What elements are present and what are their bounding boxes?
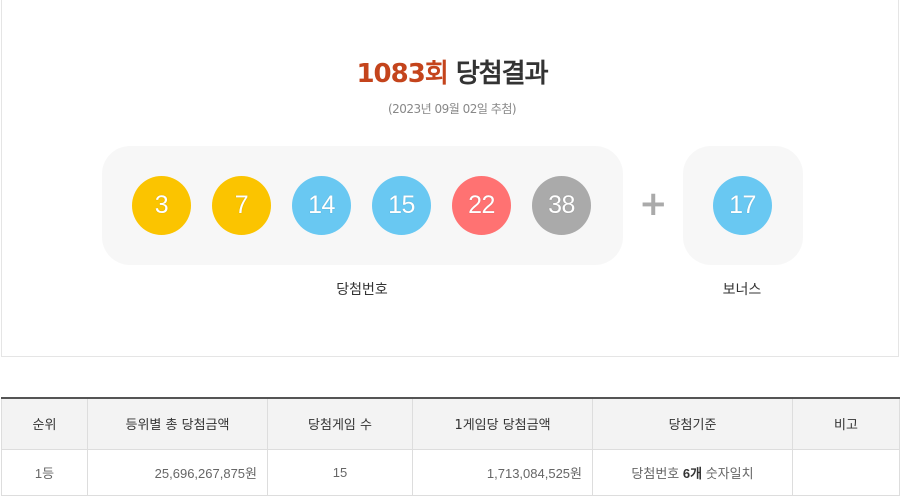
page-title: 1083회 당첨결과 [2, 57, 900, 91]
standard-prefix: 당첨번호 [631, 465, 680, 481]
draw-result-panel: 1083회 당첨결과 (2023년 09월 02일 추첨) 3 7 14 15 … [1, 0, 899, 357]
table-row: 1등 25,696,267,875원 15 1,713,084,525원 당첨번… [1, 448, 900, 496]
winning-ball-3: 14 [292, 176, 351, 235]
standard-suffix: 숫자일치 [705, 465, 754, 481]
round-title-suffix: 당첨결과 [455, 59, 549, 89]
round-number: 1083회 [356, 59, 448, 89]
prize-table: 순위 등위별 총 당첨금액 당첨게임 수 1게임당 당첨금액 당첨기준 비고 1… [1, 397, 900, 496]
winning-numbers-panel: 3 7 14 15 22 38 [102, 146, 623, 265]
standard-count: 6개 [682, 465, 703, 481]
winning-ball-6: 38 [532, 176, 591, 235]
winning-ball-5: 22 [452, 176, 511, 235]
winning-ball-1: 3 [132, 176, 191, 235]
header-total-prize: 등위별 총 당첨금액 [87, 398, 268, 450]
cell-note [792, 448, 900, 496]
table-header-row: 순위 등위별 총 당첨금액 당첨게임 수 1게임당 당첨금액 당첨기준 비고 [1, 398, 900, 450]
header-rank: 순위 [1, 398, 88, 450]
winning-ball-4: 15 [372, 176, 431, 235]
cell-rank: 1등 [1, 448, 88, 496]
winning-numbers-label: 당첨번호 [336, 282, 388, 298]
header-winners: 당첨게임 수 [267, 398, 413, 450]
bonus-ball: 17 [713, 176, 772, 235]
cell-standard: 당첨번호 6개 숫자일치 [592, 448, 793, 496]
cell-prize-per-game: 1,713,084,525원 [412, 448, 593, 496]
header-note: 비고 [792, 398, 900, 450]
cell-winners: 15 [267, 448, 413, 496]
header-standard: 당첨기준 [592, 398, 793, 450]
cell-total-prize: 25,696,267,875원 [87, 448, 268, 496]
bonus-label: 보너스 [722, 282, 762, 298]
header-prize-per-game: 1게임당 당첨금액 [412, 398, 593, 450]
bonus-number-panel: 17 [683, 146, 803, 265]
plus-icon: + [639, 184, 668, 224]
winning-ball-2: 7 [212, 176, 271, 235]
draw-date: (2023년 09월 02일 추첨) [387, 102, 517, 116]
